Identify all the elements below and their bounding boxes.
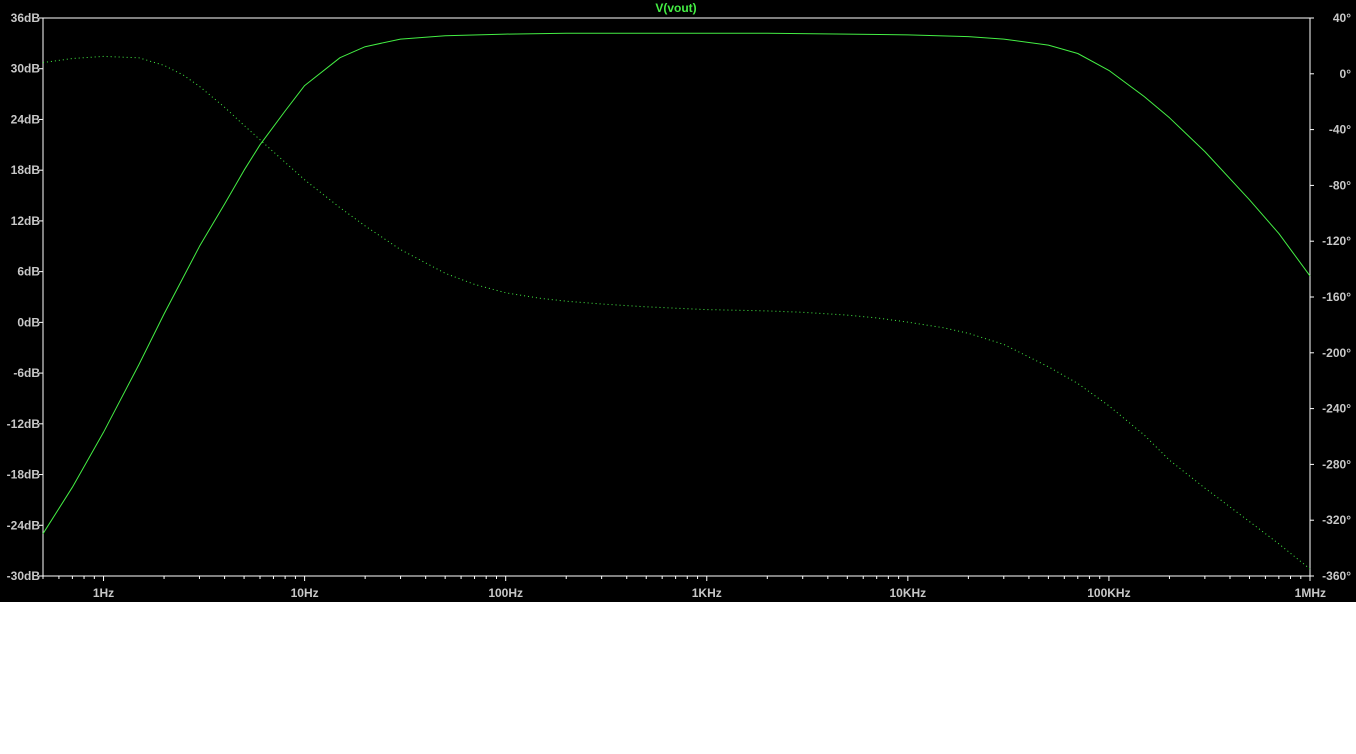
left-tick-label: -18dB xyxy=(7,468,41,482)
series-layer xyxy=(42,32,1311,570)
left-tick-label: -12dB xyxy=(7,417,41,431)
right-tick-label: -240° xyxy=(1322,402,1351,416)
left-tick-label: 0dB xyxy=(17,315,40,329)
left-axis-labels: 36dB 30dB 24dB 18dB 12dB 6dB 0dB -6dB -12dB -18dB… xyxy=(7,11,41,583)
x-tick-label: 1Hz xyxy=(93,586,114,600)
magnitude-series-line xyxy=(42,32,1311,534)
right-tick-label: -80° xyxy=(1329,178,1351,192)
left-tick-label: -30dB xyxy=(7,569,41,583)
x-tick-label: 10KHz xyxy=(889,586,926,600)
left-tick-label: 36dB xyxy=(11,11,41,25)
left-tick-label: -24dB xyxy=(7,518,41,532)
left-tick-label: 30dB xyxy=(11,62,41,76)
right-tick-label: -320° xyxy=(1322,513,1351,527)
bode-plot: 36dB 30dB 24dB 18dB 12dB 6dB 0dB -6dB -12dB -18dB… xyxy=(7,1,1352,600)
x-axis-labels: 1Hz 10Hz 100Hz 1KHz 10KHz 100KHz 1MHz xyxy=(93,586,1326,600)
left-tick-label: -6dB xyxy=(13,366,40,380)
plot-border xyxy=(42,17,1311,577)
axis-ticks xyxy=(39,17,1314,581)
x-tick-label: 100KHz xyxy=(1087,586,1130,600)
left-tick-label: 12dB xyxy=(11,214,41,228)
right-tick-label: -200° xyxy=(1322,346,1351,360)
x-tick-label: 1KHz xyxy=(692,586,722,600)
plot-panel: 36dB 30dB 24dB 18dB 12dB 6dB 0dB -6dB -12dB -18dB… xyxy=(0,0,1356,602)
phase-series-line xyxy=(42,55,1311,570)
left-tick-label: 6dB xyxy=(17,265,40,279)
left-tick-label: 24dB xyxy=(11,112,41,126)
right-axis-labels: 40° 0° -40° -80° -120° -160° -200° -240° -280° -3… xyxy=(1322,11,1351,583)
right-tick-label: -120° xyxy=(1322,234,1351,248)
right-tick-label: -360° xyxy=(1322,569,1351,583)
right-tick-label: 0° xyxy=(1340,67,1352,81)
right-tick-label: -280° xyxy=(1322,457,1351,471)
x-tick-label: 1MHz xyxy=(1295,586,1326,600)
x-tick-label: 100Hz xyxy=(488,586,523,600)
right-tick-label: -40° xyxy=(1329,123,1351,137)
plot-frame xyxy=(42,17,1311,577)
right-tick-label: -160° xyxy=(1322,290,1351,304)
x-tick-label: 10Hz xyxy=(291,586,319,600)
left-tick-label: 18dB xyxy=(11,163,41,177)
right-tick-label: 40° xyxy=(1333,11,1351,25)
chart-title: V(vout) xyxy=(655,1,696,15)
